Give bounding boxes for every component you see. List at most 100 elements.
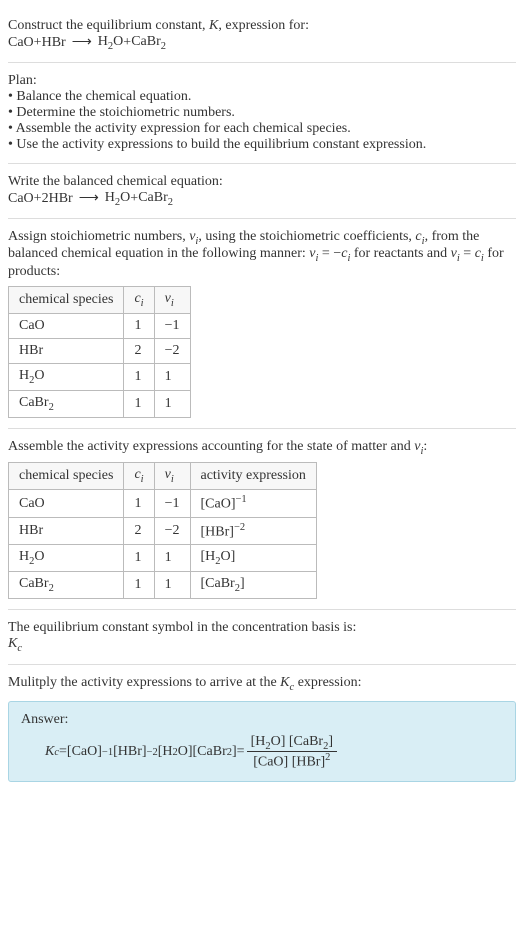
text: [CaO] [HBr] (253, 755, 325, 770)
text: expression: (294, 675, 361, 690)
stoich-section: Assign stoichiometric numbers, νi , using… (8, 219, 516, 429)
species: H2O (105, 190, 131, 208)
fraction: [H2O] [CaBr2] [CaO] [HBr]2 (247, 734, 337, 771)
text: [H (251, 734, 266, 749)
text: [CaBr (201, 576, 235, 591)
col-species: chemical species (9, 287, 124, 314)
cell-nu: −2 (154, 338, 190, 363)
table-row: HBr 2 −2 [HBr]−2 (9, 517, 317, 545)
term: [CaBr (193, 744, 227, 760)
cell-c: 2 (124, 517, 154, 545)
subscript: i (171, 298, 174, 309)
plan-section: Plan: • Balance the chemical equation. •… (8, 63, 516, 164)
text: H (19, 549, 29, 564)
cell-species: CaBr2 (9, 572, 124, 599)
table-row: H2O 1 1 [H2O] (9, 545, 317, 572)
text: HBr (19, 523, 43, 538)
text: for reactants and (350, 246, 450, 261)
plan-item: • Assemble the activity expression for e… (8, 121, 516, 137)
term: O] (178, 744, 193, 760)
cell-nu: 1 (154, 572, 190, 599)
activity-table: chemical species ci νi activity expressi… (8, 462, 317, 599)
plan-title: Plan: (8, 73, 516, 89)
subscript: i (141, 298, 144, 309)
stoich-table: chemical species ci νi CaO 1 −1 HBr 2 −2… (8, 286, 191, 417)
k-symbol: Kc (8, 636, 516, 654)
coefficient: 2 (42, 191, 49, 207)
subscript: i (141, 474, 144, 485)
subscript: 2 (49, 402, 54, 413)
species: CaBr2 (138, 190, 173, 208)
plan-item: • Balance the chemical equation. (8, 89, 516, 105)
text: H (19, 368, 29, 383)
cell-nu: −1 (154, 313, 190, 338)
cell-activity: [H2O] (190, 545, 316, 572)
superscript: −2 (234, 522, 245, 533)
unbalanced-equation: CaO + HBr ⟶ H2O + CaBr2 (8, 34, 516, 52)
cell-c: 1 (124, 572, 154, 599)
denominator: [CaO] [HBr]2 (247, 752, 337, 771)
arrow-icon: ⟶ (66, 34, 98, 51)
cell-c: 2 (124, 338, 154, 363)
cell-nu: 1 (154, 545, 190, 572)
text: O (34, 368, 44, 383)
text: O (113, 34, 123, 49)
species: CaO (8, 191, 34, 207)
text: Assign stoichiometric numbers, (8, 229, 189, 244)
table-header-row: chemical species ci νi (9, 287, 191, 314)
table-row: CaBr2 1 1 [CaBr2] (9, 572, 317, 599)
species: HBr (42, 35, 66, 51)
plus: + (34, 191, 42, 207)
question-section: Construct the equilibrium constant, K, e… (8, 8, 516, 63)
subscript: 2 (49, 583, 54, 594)
table-row: CaBr2 1 1 (9, 390, 191, 417)
balanced-equation: CaO + 2 HBr ⟶ H2O + CaBr2 (8, 190, 516, 208)
plus: + (123, 35, 131, 51)
section-title: The equilibrium constant symbol in the c… (8, 620, 516, 636)
stoich-text: Assign stoichiometric numbers, νi, using… (8, 229, 516, 281)
species: H2O (98, 34, 124, 52)
table-row: HBr 2 −2 (9, 338, 191, 363)
arrow-icon: ⟶ (73, 190, 105, 207)
text: , using the stoichiometric coefficients, (198, 229, 415, 244)
equals: = (237, 744, 245, 760)
variable-K: K (209, 18, 218, 33)
cell-species: HBr (9, 517, 124, 545)
text: O] (221, 549, 236, 564)
col-species: chemical species (9, 463, 124, 490)
text: Assemble the activity expressions accoun… (8, 439, 414, 454)
text: CaBr (138, 190, 168, 205)
cell-nu: 1 (154, 390, 190, 417)
question-line: Construct the equilibrium constant, K, e… (8, 18, 516, 34)
answer-box: Answer: Kc = [CaO]−1 [HBr]−2 [H2O] [CaBr… (8, 701, 516, 782)
superscript: −1 (236, 494, 247, 505)
col-ci: ci (124, 463, 154, 490)
text: [CaO] (201, 497, 236, 512)
text: = − (318, 246, 341, 261)
cell-species: H2O (9, 363, 124, 390)
text: CaBr (19, 395, 49, 410)
text: H (98, 34, 108, 49)
balanced-section: Write the balanced chemical equation: Ca… (8, 164, 516, 219)
table-row: CaO 1 −1 [CaO]−1 (9, 490, 317, 518)
text: [H (201, 549, 216, 564)
table-header-row: chemical species ci νi activity expressi… (9, 463, 317, 490)
col-nui: νi (154, 287, 190, 314)
col-nui: νi (154, 463, 190, 490)
text: CaBr (131, 34, 161, 49)
superscript: −1 (102, 747, 113, 758)
variable-K: K (280, 675, 289, 690)
cell-c: 1 (124, 390, 154, 417)
cell-species: H2O (9, 545, 124, 572)
subscript: 2 (161, 41, 166, 52)
text: CaO (19, 496, 45, 511)
species: HBr (49, 191, 73, 207)
plus: + (130, 191, 138, 207)
species: CaO (8, 35, 34, 51)
final-section: Mulitply the activity expressions to arr… (8, 665, 516, 792)
subscript: 2 (168, 197, 173, 208)
superscript: 2 (325, 752, 330, 763)
cell-c: 1 (124, 545, 154, 572)
text: , expression for: (218, 18, 309, 33)
text: H (105, 190, 115, 205)
